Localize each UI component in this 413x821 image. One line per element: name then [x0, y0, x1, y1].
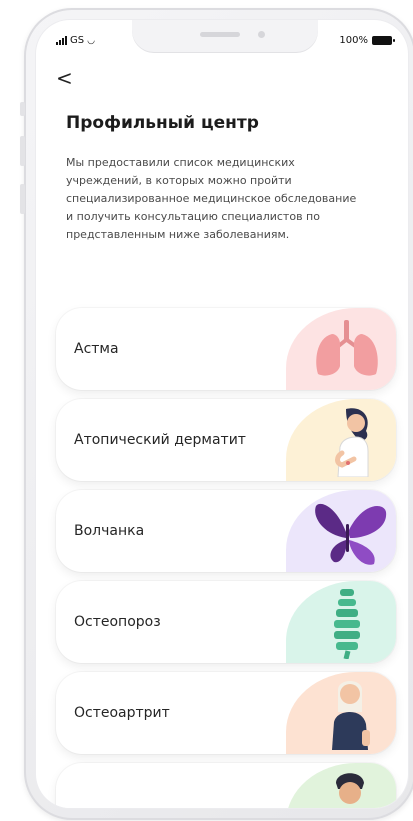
phone-side-button [20, 184, 25, 214]
disease-label: Волчанка [74, 523, 145, 539]
back-button[interactable]: < [56, 68, 73, 88]
battery-percent: 100% [339, 35, 368, 46]
status-bar-right: 100% [339, 35, 395, 46]
disease-list: Астма Атопический дерматит Волчанка Осте… [56, 308, 396, 808]
carrier-label: GS [70, 35, 85, 46]
disease-card-asthma[interactable]: Астма [56, 308, 396, 390]
woman-knee-pain-icon [332, 681, 370, 750]
page-description: Мы предоставили список медицинских учреж… [66, 156, 357, 241]
disease-card-atopic-dermatitis[interactable]: Атопический дерматит [56, 399, 396, 481]
lungs-icon [316, 320, 378, 376]
chevron-left-icon: < [56, 66, 73, 90]
disease-label: Остеоартрит [74, 705, 170, 721]
phone-notch [132, 20, 318, 52]
camera [258, 31, 265, 38]
wifi-icon: ◡ [87, 35, 95, 46]
butterfly-icon [315, 503, 387, 565]
disease-card-partial[interactable] [56, 763, 396, 808]
disease-card-osteoarthritis[interactable]: Остеоартрит [56, 672, 396, 754]
page-title: Профильный центр [66, 113, 259, 133]
disease-label: Остеопороз [74, 614, 161, 630]
disease-card-lupus[interactable]: Волчанка [56, 490, 396, 572]
status-bar-left: GS ◡ [56, 35, 95, 46]
disease-label: Атопический дерматит [74, 432, 246, 448]
signal-icon [56, 36, 67, 45]
phone-side-button [20, 102, 25, 116]
man-avatar-icon [336, 773, 364, 804]
spine-icon [334, 589, 360, 659]
disease-card-osteoporosis[interactable]: Остеопороз [56, 581, 396, 663]
phone-side-button [20, 136, 25, 166]
battery-icon [372, 36, 395, 45]
speaker [200, 32, 240, 37]
disease-label: Астма [74, 341, 119, 357]
phone-screen: GS ◡ 100% < Профильный центр Мы предоста… [36, 20, 408, 808]
woman-scratching-icon [335, 408, 369, 477]
